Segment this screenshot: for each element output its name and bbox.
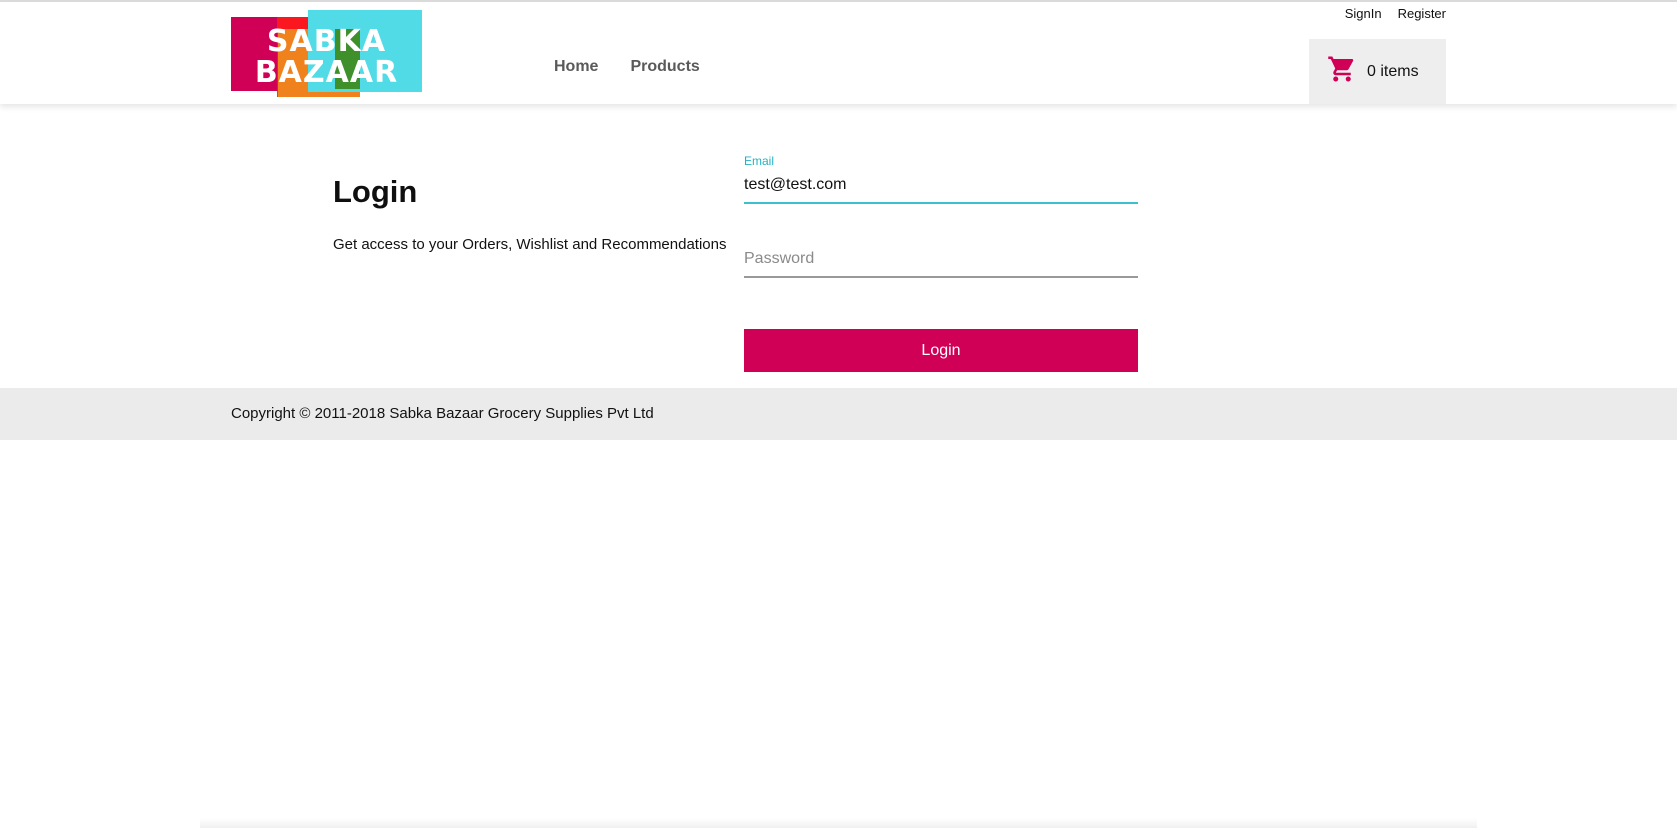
- nav-home-link[interactable]: Home: [554, 58, 598, 76]
- email-field-group: Email: [744, 154, 1138, 204]
- email-label: Email: [744, 154, 775, 168]
- login-section: Login Get access to your Orders, Wishlis…: [0, 104, 1677, 388]
- cart-item-count: 0 items: [1367, 62, 1419, 80]
- site-footer: Copyright © 2011-2018 Sabka Bazaar Groce…: [0, 388, 1677, 440]
- copyright-text: Copyright © 2011-2018 Sabka Bazaar Groce…: [231, 405, 654, 422]
- signin-link[interactable]: SignIn: [1345, 6, 1382, 21]
- auth-links: SignIn Register: [1345, 6, 1446, 21]
- password-input[interactable]: [744, 248, 1138, 278]
- login-subtitle: Get access to your Orders, Wishlist and …: [333, 236, 727, 253]
- password-field-group: [744, 228, 1138, 278]
- register-link[interactable]: Register: [1398, 6, 1446, 21]
- bottom-shadow: [200, 818, 1477, 828]
- logo-word-sabka: SABKA: [266, 24, 387, 59]
- main-nav: Home Products: [554, 58, 700, 76]
- cart-button[interactable]: 0 items: [1309, 39, 1446, 104]
- logo-word-bazaar: BAZAAR: [254, 55, 399, 90]
- nav-products-link[interactable]: Products: [630, 58, 699, 76]
- email-input[interactable]: [744, 174, 1138, 204]
- password-label-spacer: [744, 228, 1138, 242]
- login-button[interactable]: Login: [744, 329, 1138, 372]
- sabka-bazaar-logo[interactable]: SABKA BAZAAR: [231, 9, 422, 97]
- cart-icon: [1327, 54, 1357, 89]
- site-header: SABKA BAZAAR Home Products SignIn Regist…: [0, 2, 1677, 104]
- page-title: Login: [333, 174, 418, 209]
